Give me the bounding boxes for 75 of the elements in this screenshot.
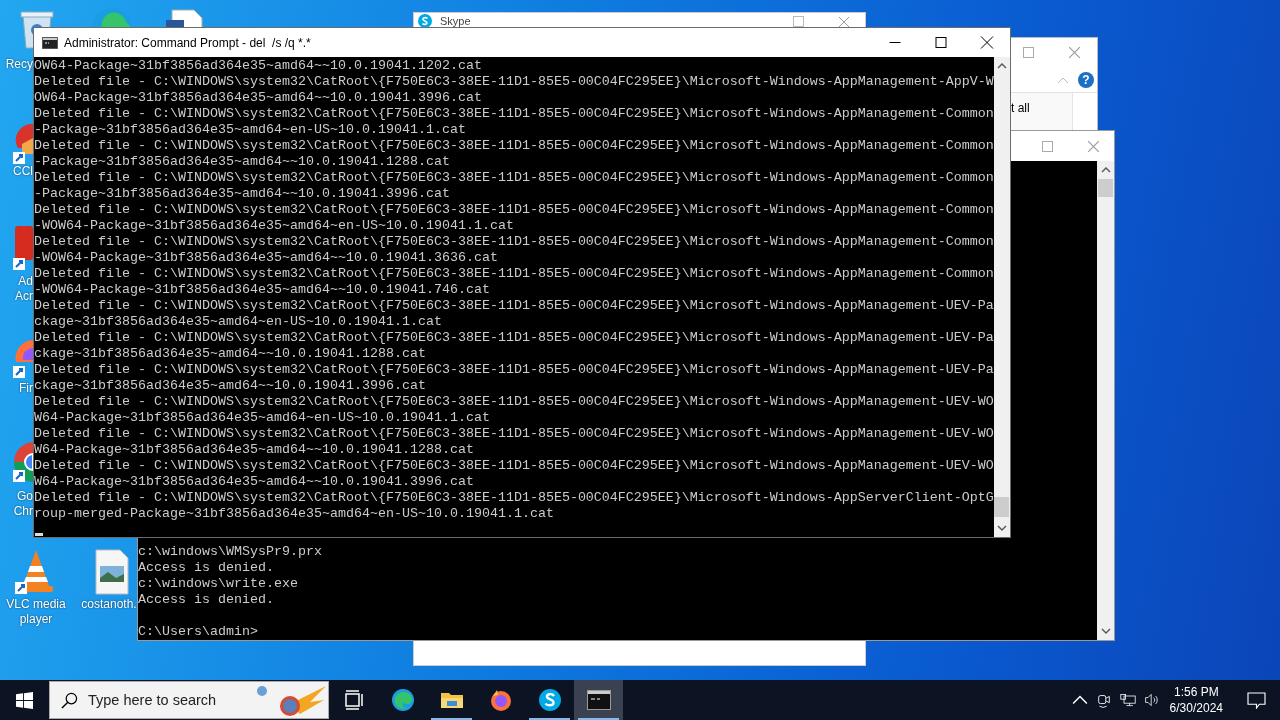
console-line: Deleted file - C:\WINDOWS\system32\CatRoot\{F750E6C3-38EE-11D1-85E5-00C04FC295EE}\Microsoft-Windows-AppManagement-UEV-WO [34,458,994,474]
console-line: Access is denied. [138,592,275,608]
desktop-icon-label: costanoth. [80,597,138,612]
close-icon[interactable] [1088,141,1099,152]
window-title: Skype [440,14,471,27]
document-icon[interactable] [164,8,206,30]
console-line: Deleted file - C:\WINDOWS\system32\CatRoot\{F750E6C3-38EE-11D1-85E5-00C04FC295EE}\Microsoft-Windows-AppManagement-UEV-Pa [34,362,994,378]
console-line: -Package~31bf3856ad364e35~amd64~~10.0.19041.1288.cat [34,154,451,170]
terminal-icon [586,688,611,712]
browser-icon [390,688,415,712]
console-line: -WOW64-Package~31bf3856ad364e35~amd64~~10.0.19041.3636.cat [34,250,499,266]
scroll-down-icon[interactable] [996,525,1007,531]
start-button[interactable] [16,691,33,709]
console-line: Deleted file - C:\WINDOWS\system32\CatRoot\{F750E6C3-38EE-11D1-85E5-00C04FC295EE}\Microsoft-Windows-AppManagement-UEV-WO [34,426,994,442]
close-icon[interactable] [839,17,849,27]
scrollbar[interactable] [1097,161,1114,640]
scrollbar-thumb[interactable] [994,497,1010,517]
console-line: c:\windows\WMSysPr9.prx [138,544,323,560]
desktop-icon-label: CCl [12,164,33,179]
console-line: Deleted file - C:\WINDOWS\system32\CatRoot\{F750E6C3-38EE-11D1-85E5-00C04FC295EE}\Microsoft-Windows-AppManagement-UEV-WO [34,394,994,410]
console-line: OW64-Package~31bf3856ad364e35~amd64~~10.0.19041.3996.cat [34,90,483,106]
console-line: Deleted file - C:\WINDOWS\system32\CatRoot\{F750E6C3-38EE-11D1-85E5-00C04FC295EE}\Microsoft-Windows-AppManagement-UEV-Pa [34,298,994,314]
desktop-icon-label: Fir [18,381,33,396]
console-line: ckage~31bf3856ad364e35~amd64~en-US~10.0.19041.1.cat [34,314,443,330]
console-line: Deleted file - C:\WINDOWS\system32\CatRoot\{F750E6C3-38EE-11D1-85E5-00C04FC295EE}\Microsoft-Windows-AppManagement-Common [34,106,994,122]
desktop-icon-label: VLC media player [5,597,67,627]
console-line: Deleted file - C:\WINDOWS\system32\CatRoot\{F750E6C3-38EE-11D1-85E5-00C04FC295EE}\Microsoft-Windows-AppManagement-UEV-Pa [34,330,994,346]
console-line: W64-Package~31bf3856ad364e35~amd64~en-US~10.0.19041.1.cat [34,410,491,426]
desktop-icon-label: Recy [4,57,33,72]
console-line: -Package~31bf3856ad364e35~amd64~~10.0.19041.3996.cat [34,186,451,202]
chat-app-icon [537,688,562,712]
console-line: Deleted file - C:\WINDOWS\system32\CatRoot\{F750E6C3-38EE-11D1-85E5-00C04FC295EE}\Microsoft-Windows-AppManagement-Common [34,266,994,282]
help-button[interactable]: ? [1078,72,1094,88]
console-line: Access is denied. [138,560,275,576]
console-line: Deleted file - C:\WINDOWS\system32\CatRoot\{F750E6C3-38EE-11D1-85E5-00C04FC295EE}\Microsoft-Windows-AppManagement-AppV-W [34,74,994,90]
taskbar-button[interactable] [574,680,623,720]
window-title: Administrator: Command Prompt - del /s /q *.* [64,35,312,50]
image-file-icon[interactable] [92,548,132,596]
console-line: Deleted file - C:\WINDOWS\system32\CatRoot\{F750E6C3-38EE-11D1-85E5-00C04FC295EE}\Microsoft-Windows-AppManagement-Common [34,170,994,186]
console-line: -WOW64-Package~31bf3856ad364e35~amd64~en-US~10.0.19041.1.cat [34,218,515,234]
console-line: W64-Package~31bf3856ad364e35~amd64~~10.0.19041.3996.cat [34,474,475,490]
desktop-icon-label: Ad Acr [14,274,33,304]
search-field[interactable]: Type here to search [49,681,329,719]
clock-date: 6/30/2024 [1169,700,1223,716]
browser-icon [488,688,513,712]
console-line: roup-merged-Package~31bf3856ad364e35~amd64~en-US~10.0.19041.1.cat [34,506,555,522]
console-line: Deleted file - C:\WINDOWS\system32\CatRoot\{F750E6C3-38EE-11D1-85E5-00C04FC295EE}\Microsoft-Windows-AppManagement-Common [34,202,994,218]
scroll-down-icon[interactable] [1100,628,1111,634]
console-line: -Package~31bf3856ad364e35~amd64~en-US~10.0.19041.1.cat [34,122,467,138]
search-icon [61,691,78,709]
console-line: ckage~31bf3856ad364e35~amd64~~10.0.19041.1288.cat [34,346,427,362]
console-line: c:\windows\write.exe [138,576,299,592]
clock-time: 1:56 PM [1173,684,1219,700]
text-cursor [35,533,43,536]
scrollbar-thumb[interactable] [1098,179,1113,197]
close-icon[interactable] [1069,47,1080,58]
console-line: -WOW64-Package~31bf3856ad364e35~amd64~~10.0.19041.746.cat [34,282,491,298]
notification-icon[interactable] [1247,691,1266,709]
console-line: ckage~31bf3856ad364e35~amd64~~10.0.19041.3996.cat [34,378,427,394]
network-icon[interactable] [1119,692,1136,708]
clock[interactable]: 1:56 PM 6/30/2024 [1169,684,1223,716]
scrollbar[interactable] [993,57,1010,537]
console-line: OW64-Package~31bf3856ad364e35~amd64~~10.0.19041.1202.cat [34,58,483,74]
search-input[interactable]: Type here to search [86,691,250,709]
desktop-icon-label: Go Chr [12,489,33,519]
scroll-up-icon[interactable] [996,63,1007,69]
console-line: W64-Package~31bf3856ad364e35~amd64~~10.0.19041.1288.cat [34,442,475,458]
camera-icon[interactable] [1095,692,1112,708]
volume-icon[interactable] [1143,692,1160,708]
console-line: Deleted file - C:\WINDOWS\system32\CatRoot\{F750E6C3-38EE-11D1-85E5-00C04FC295EE}\Microsoft-Windows-AppServerClient-OptG [34,490,994,506]
console-line: Deleted file - C:\WINDOWS\system32\CatRoot\{F750E6C3-38EE-11D1-85E5-00C04FC295EE}\Microsoft-Windows-AppManagement-Common [34,138,994,154]
console-line: Deleted file - C:\WINDOWS\system32\CatRoot\{F750E6C3-38EE-11D1-85E5-00C04FC295EE}\Microsoft-Windows-AppManagement-Common [34,234,994,250]
scroll-up-icon[interactable] [1100,167,1111,173]
console-prompt: C:\Users\admin> [138,624,259,640]
terminal-icon [42,36,58,49]
